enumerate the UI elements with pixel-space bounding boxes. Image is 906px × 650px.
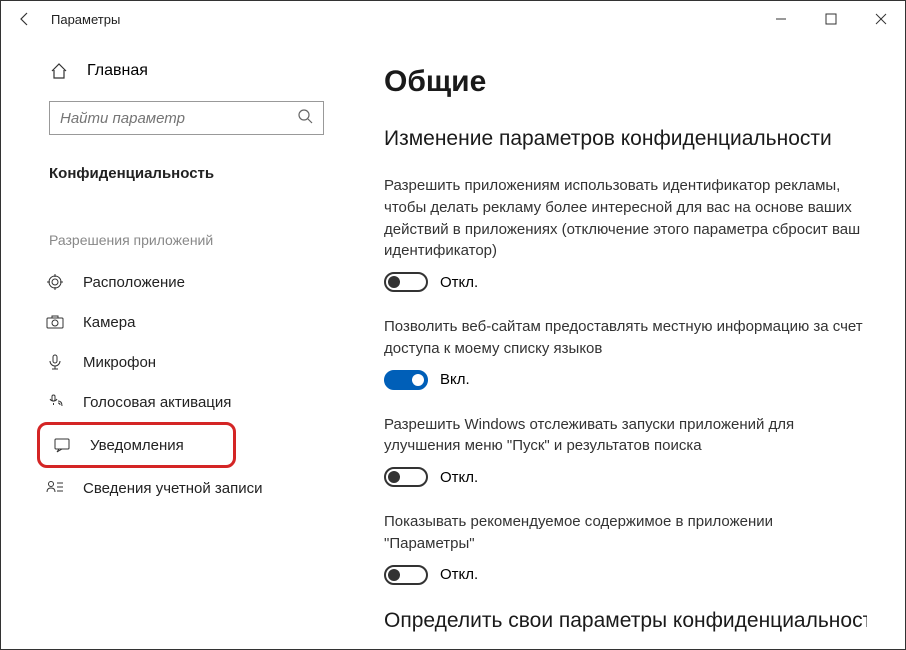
setting-suggested-content: Показывать рекомендуемое содержимое в пр… bbox=[384, 511, 867, 585]
toggle-state-label: Вкл. bbox=[440, 371, 470, 388]
toggle-state-label: Откл. bbox=[440, 566, 478, 583]
sidebar-item-account-info[interactable]: Сведения учетной записи bbox=[45, 468, 346, 508]
account-info-icon bbox=[45, 478, 65, 498]
setting-desc: Позволить веб-сайтам предоставлять местн… bbox=[384, 316, 867, 360]
sidebar-item-label: Уведомления bbox=[90, 437, 184, 454]
minimize-button[interactable] bbox=[767, 5, 795, 33]
microphone-icon bbox=[45, 352, 65, 372]
search-box[interactable] bbox=[49, 101, 324, 135]
voice-activation-icon bbox=[45, 392, 65, 412]
titlebar: Параметры bbox=[1, 1, 905, 37]
window-title: Параметры bbox=[51, 12, 120, 27]
notifications-icon bbox=[52, 435, 72, 455]
back-button[interactable] bbox=[11, 5, 39, 33]
home-icon bbox=[49, 61, 69, 81]
page-title: Общие bbox=[384, 65, 867, 99]
sidebar: Главная Конфиденциальность Разрешения пр… bbox=[1, 37, 346, 649]
sidebar-item-microphone[interactable]: Микрофон bbox=[45, 342, 346, 382]
setting-app-launches: Разрешить Windows отслеживать запуски пр… bbox=[384, 414, 867, 488]
toggle-app-launches[interactable] bbox=[384, 467, 428, 487]
toggle-website-language[interactable] bbox=[384, 370, 428, 390]
sidebar-item-label: Микрофон bbox=[83, 354, 156, 371]
sidebar-item-camera[interactable]: Камера bbox=[45, 302, 346, 342]
sidebar-item-location[interactable]: Расположение bbox=[45, 262, 346, 302]
setting-desc: Разрешить Windows отслеживать запуски пр… bbox=[384, 414, 867, 458]
toggle-suggested-content[interactable] bbox=[384, 565, 428, 585]
setting-desc: Разрешить приложениям использовать идент… bbox=[384, 175, 867, 262]
sidebar-item-voice-activation[interactable]: Голосовая активация bbox=[45, 382, 346, 422]
toggle-state-label: Откл. bbox=[440, 274, 478, 291]
sidebar-section-title: Конфиденциальность bbox=[49, 165, 346, 182]
camera-icon bbox=[45, 312, 65, 332]
location-icon bbox=[45, 272, 65, 292]
sidebar-subsection-title: Разрешения приложений bbox=[49, 232, 346, 248]
sidebar-item-notifications[interactable]: Уведомления bbox=[37, 422, 236, 468]
sidebar-item-label: Голосовая активация bbox=[83, 394, 231, 411]
search-icon bbox=[297, 108, 313, 129]
home-label: Главная bbox=[87, 62, 148, 80]
sidebar-item-label: Камера bbox=[83, 314, 135, 331]
setting-website-language: Позволить веб-сайтам предоставлять местн… bbox=[384, 316, 867, 390]
setting-desc: Показывать рекомендуемое содержимое в пр… bbox=[384, 511, 867, 555]
sidebar-item-label: Сведения учетной записи bbox=[83, 480, 263, 497]
sidebar-item-label: Расположение bbox=[83, 274, 185, 291]
search-input[interactable] bbox=[60, 110, 297, 127]
maximize-button[interactable] bbox=[817, 5, 845, 33]
setting-advertising-id: Разрешить приложениям использовать идент… bbox=[384, 175, 867, 292]
toggle-advertising-id[interactable] bbox=[384, 272, 428, 292]
content-area: Общие Изменение параметров конфиденциаль… bbox=[346, 37, 905, 649]
close-button[interactable] bbox=[867, 5, 895, 33]
home-link[interactable]: Главная bbox=[49, 55, 346, 87]
section-heading: Изменение параметров конфиденциальности bbox=[384, 127, 867, 151]
cutoff-heading: Определить свои параметры конфиденциальн… bbox=[384, 609, 867, 633]
toggle-state-label: Откл. bbox=[440, 469, 478, 486]
